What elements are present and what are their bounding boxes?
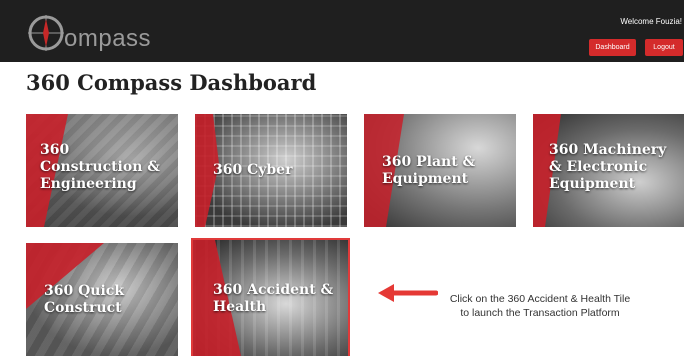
dashboard-button[interactable]: Dashboard — [589, 39, 636, 56]
tile-label: 360 Cyber — [213, 162, 293, 178]
tile-machinery-electronic-equipment[interactable]: 360 Machinery & Electronic Equipment — [533, 114, 684, 227]
page-title: 360 Compass Dashboard — [26, 70, 317, 95]
left-arrow-icon — [378, 284, 438, 302]
tile-cyber[interactable]: 360 Cyber — [195, 114, 347, 227]
tile-accident-health[interactable]: 360 Accident & Health — [191, 238, 350, 356]
tile-quick-construct[interactable]: 360 Quick Construct — [26, 243, 178, 356]
welcome-text: Welcome Fouzia! — [620, 17, 682, 26]
tile-label: 360 Accident & Health — [213, 282, 334, 315]
instruction-annotation: Click on the 360 Accident & Health Tile … — [449, 293, 631, 319]
tile-label: 360 Quick Construct — [44, 283, 125, 316]
tile-construction-engineering[interactable]: 360 Construction & Engineering — [26, 114, 178, 227]
tile-label: 360 Construction & Engineering — [40, 142, 160, 192]
logo-text: ompass — [64, 25, 152, 52]
top-header: ompass Welcome Fouzia! Dashboard Logout — [0, 0, 684, 62]
tile-label: 360 Plant & Equipment — [382, 154, 476, 187]
tile-plant-equipment[interactable]: 360 Plant & Equipment — [364, 114, 516, 227]
tile-label: 360 Machinery & Electronic Equipment — [549, 142, 667, 192]
logout-button[interactable]: Logout — [645, 39, 683, 56]
compass-logo-icon — [28, 15, 64, 51]
